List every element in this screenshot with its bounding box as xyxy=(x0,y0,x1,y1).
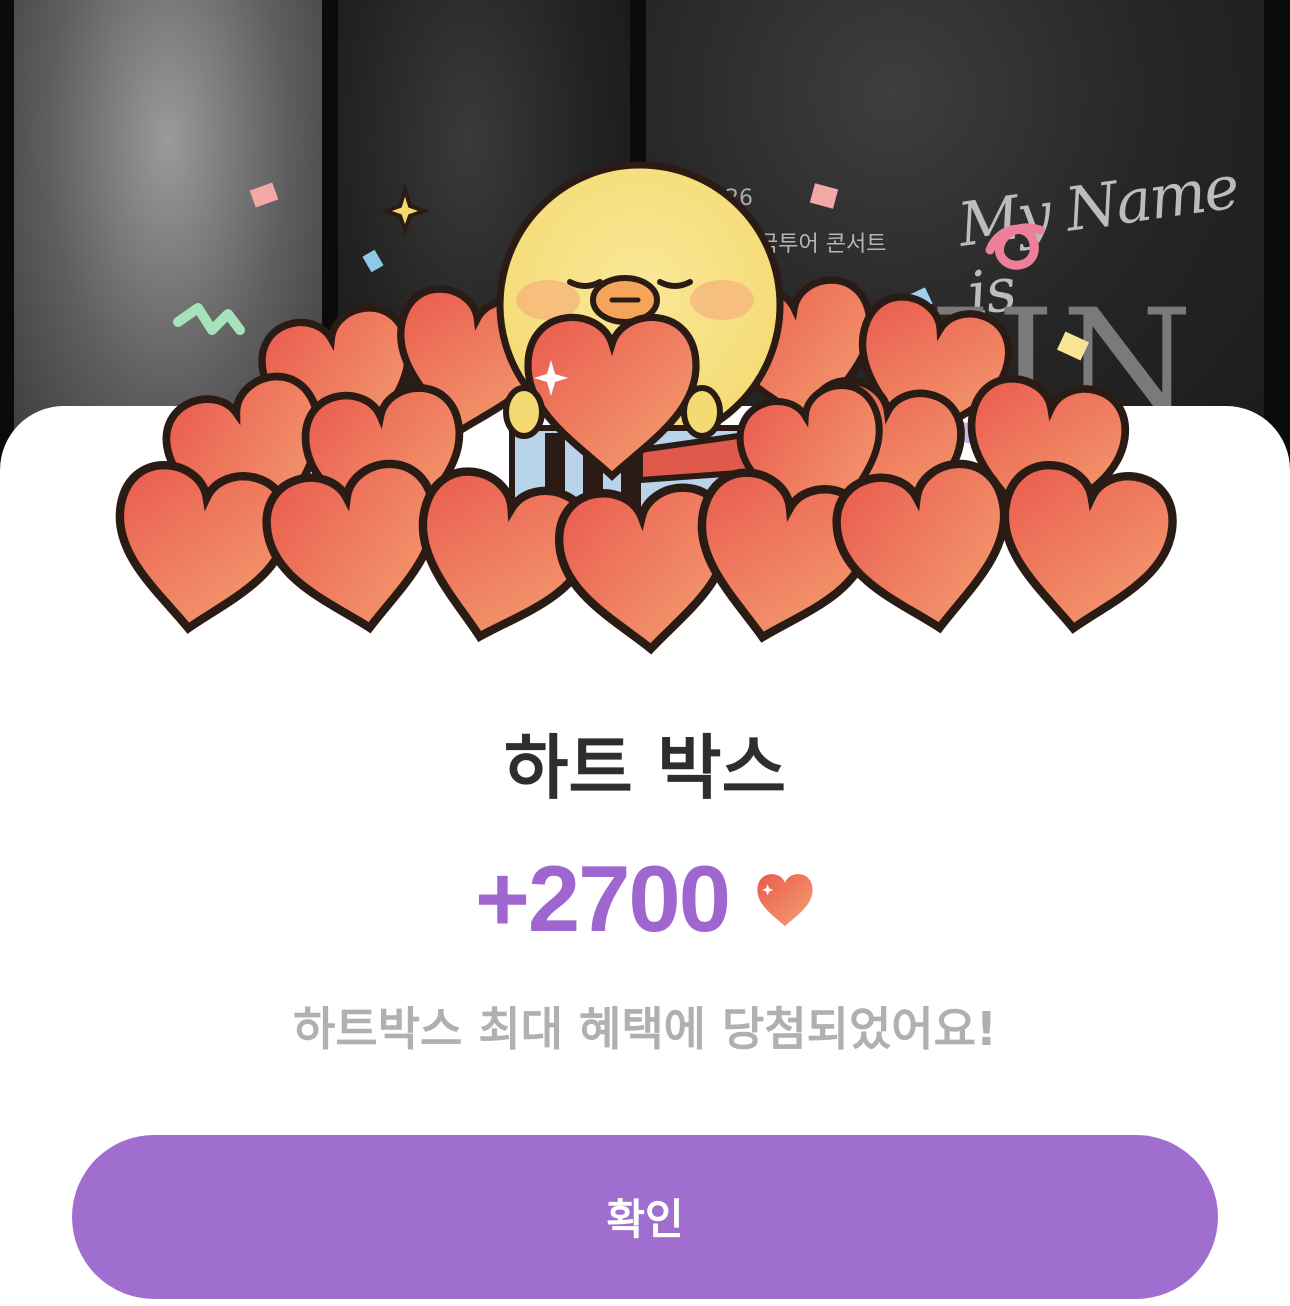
heart-box-illustration xyxy=(0,159,1290,700)
heart-icon xyxy=(757,874,813,927)
confirm-button[interactable]: 확인 xyxy=(72,1135,1218,1299)
reward-amount-row: +2700 xyxy=(0,845,1290,953)
confirm-button-label: 확인 xyxy=(606,1195,684,1244)
popup-description: 하트박스 최대 혜택에 당첨되었어요! xyxy=(293,1002,997,1056)
popup-title: 하트 박스 xyxy=(504,727,786,809)
reward-amount: +2700 xyxy=(474,846,731,951)
